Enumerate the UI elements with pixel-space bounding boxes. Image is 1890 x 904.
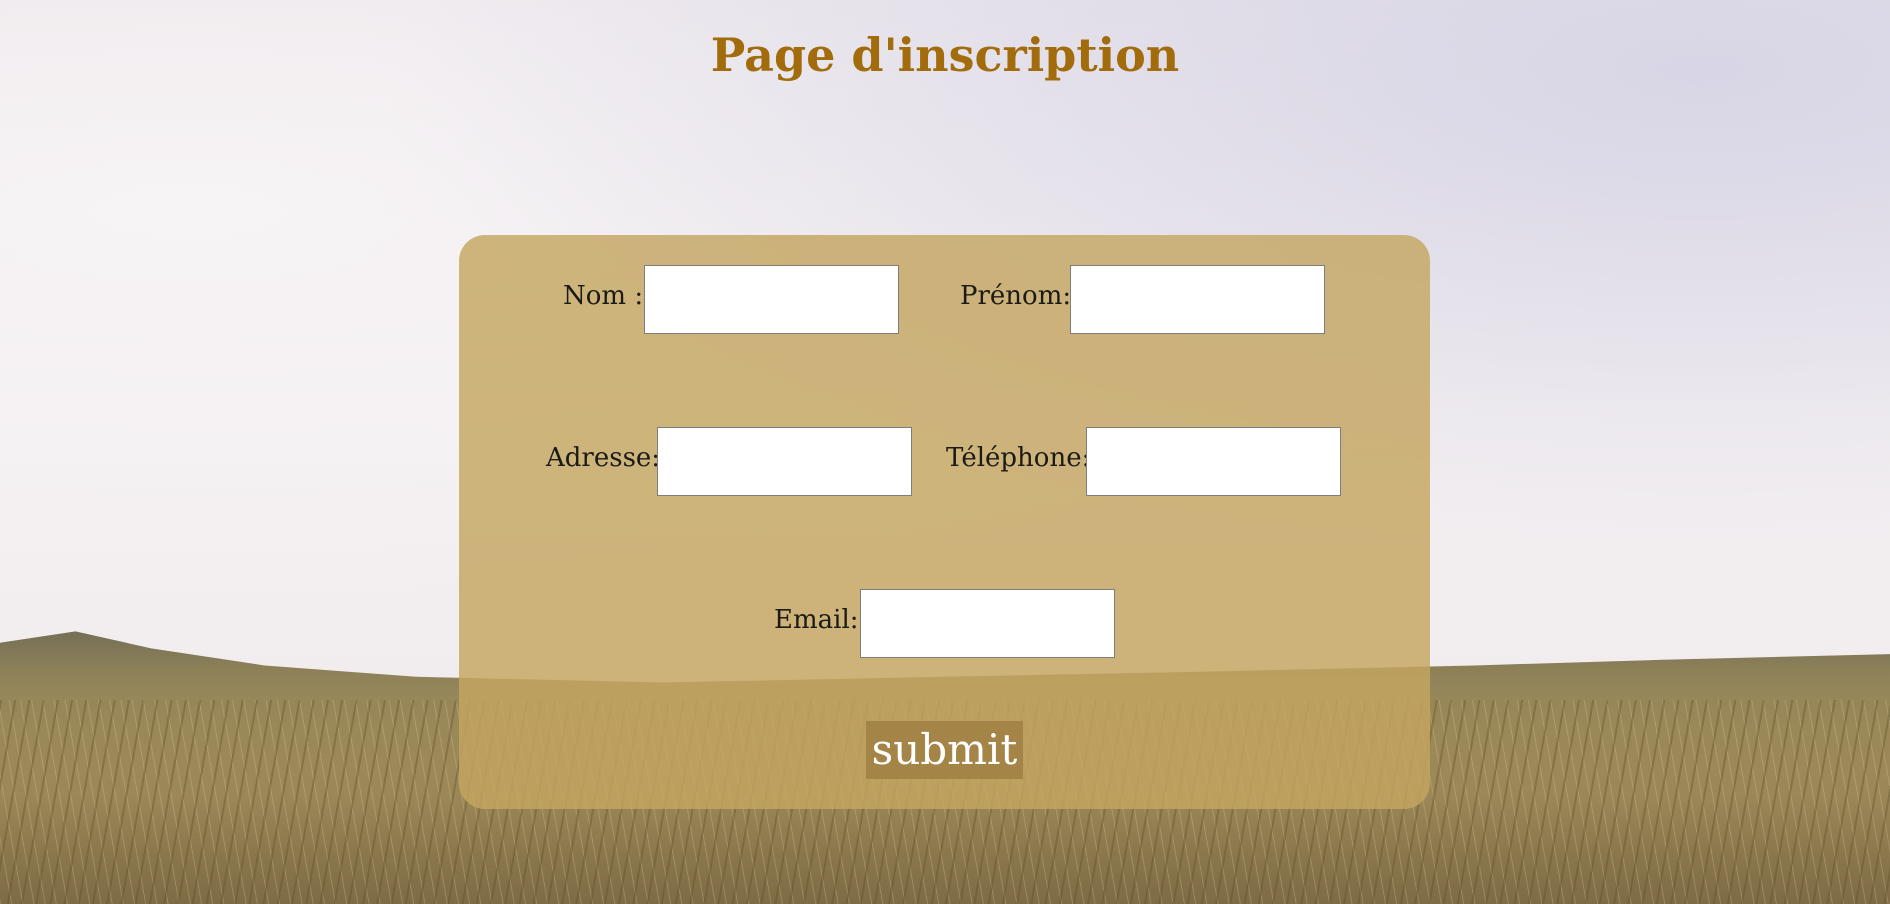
page-title: Page d'inscription — [710, 28, 1180, 82]
nom-input[interactable] — [644, 265, 899, 334]
adresse-label: Adresse: — [546, 443, 661, 473]
email-input[interactable] — [860, 589, 1115, 658]
email-label: Email: — [774, 605, 859, 635]
telephone-input[interactable] — [1086, 427, 1341, 496]
submit-button[interactable]: submit — [866, 721, 1023, 779]
prenom-label: Prénom: — [960, 281, 1072, 311]
adresse-input[interactable] — [657, 427, 912, 496]
telephone-label: Téléphone: — [946, 443, 1091, 473]
prenom-input[interactable] — [1070, 265, 1325, 334]
nom-label: Nom : — [563, 281, 644, 311]
